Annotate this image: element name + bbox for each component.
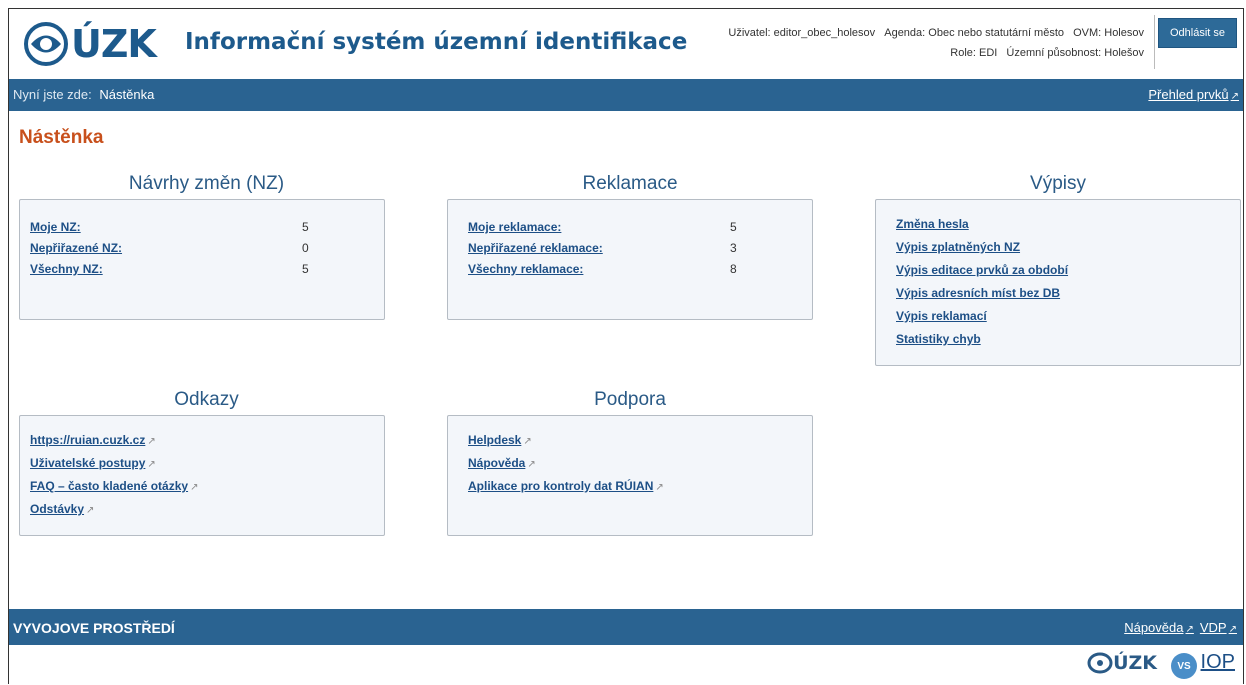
section-title-reklamace: Reklamace <box>582 173 678 194</box>
vypis-change-password-link[interactable]: Změna hesla <box>896 217 969 231</box>
cuzk-logo[interactable]: ÚZK <box>23 15 157 73</box>
nav-bar: Nyní jste zde: Nástěnka Přehled prvků ↗ <box>9 79 1243 111</box>
external-link-icon: ↗ <box>523 436 532 447</box>
external-link-icon: ↗ <box>190 482 199 493</box>
nz-all-count: 5 <box>302 262 309 276</box>
footer-logo-text: ÚZK <box>1113 652 1157 674</box>
nz-unassigned-count: 0 <box>302 241 309 255</box>
footer-bar: VYVOJOVE PROSTŘEDÍ Nápověda ↗ VDP ↗ <box>9 609 1243 645</box>
environment-label: VYVOJOVE PROSTŘEDÍ <box>13 620 175 636</box>
external-link-icon: ↗ <box>147 459 156 470</box>
nz-all-link[interactable]: Všechny NZ: <box>30 262 103 276</box>
vypis-paid-nz-link[interactable]: Výpis zplatněných NZ <box>896 240 1020 254</box>
section-title-vypisy: Výpisy <box>1030 173 1086 194</box>
external-link-icon: ↗ <box>1185 624 1194 635</box>
reklamace-mine-count: 5 <box>730 220 737 234</box>
podpora-helpdesk-label: Helpdesk <box>468 433 522 447</box>
nz-mine-link[interactable]: Moje NZ: <box>30 220 81 234</box>
odkaz-outages-label: Odstávky <box>30 502 85 516</box>
iop-logo-icon: VS <box>1171 653 1197 679</box>
odkaz-faq-link[interactable]: FAQ – často kladené otázky ↗ <box>30 479 198 493</box>
vypis-claims-link[interactable]: Výpis reklamací <box>896 309 987 323</box>
external-link-icon: ↗ <box>1228 624 1237 635</box>
external-link-icon: ↗ <box>527 459 536 470</box>
podpora-help-link[interactable]: Nápověda ↗ <box>468 456 536 470</box>
iop-link[interactable]: IOP <box>1201 651 1235 674</box>
section-title-podpora: Podpora <box>594 389 666 410</box>
agenda: Agenda: Obec nebo statutární město <box>884 27 1065 39</box>
external-link-icon: ↗ <box>86 505 95 516</box>
app-title: Informační systém územní identifikace <box>185 29 688 55</box>
odkaz-ruian-link[interactable]: https://ruian.cuzk.cz ↗ <box>30 433 156 447</box>
section-title-odkazy: Odkazy <box>174 389 239 410</box>
nz-panel: Moje NZ: 5 Nepřiřazené NZ: 0 Všechny NZ:… <box>19 199 385 320</box>
section-title-nz: Návrhy změn (NZ) <box>128 173 285 194</box>
vypis-edits-link[interactable]: Výpis editace prvků za období <box>896 263 1068 277</box>
footer-help-link[interactable]: Nápověda ↗ <box>1124 620 1194 635</box>
external-link-icon: ↗ <box>655 482 664 493</box>
territorial-scope: Územní působnost: Holešov <box>1006 47 1144 59</box>
page-title: Nástěnka <box>19 127 104 148</box>
reklamace-panel: Moje reklamace: 5 Nepřiřazené reklamace:… <box>447 199 813 320</box>
nz-mine-count: 5 <box>302 220 309 234</box>
overview-link[interactable]: Přehled prvků ↗ <box>1148 87 1239 102</box>
external-link-icon: ↗ <box>1230 91 1239 102</box>
podpora-ruian-checks-link[interactable]: Aplikace pro kontroly dat RÚIAN ↗ <box>468 479 664 493</box>
podpora-ruian-checks-label: Aplikace pro kontroly dat RÚIAN <box>468 479 654 493</box>
vypis-addresses-link[interactable]: Výpis adresních míst bez DB <box>896 286 1060 300</box>
header-divider <box>1154 15 1155 69</box>
vypis-error-stats-link[interactable]: Statistiky chyb <box>896 332 981 346</box>
user-info: Uživatel: editor_obec_holesov Agenda: Ob… <box>624 23 1144 63</box>
odkaz-faq-label: FAQ – často kladené otázky <box>30 479 189 493</box>
nz-unassigned-link[interactable]: Nepřiřazené NZ: <box>30 241 122 255</box>
breadcrumb: Nyní jste zde: Nástěnka <box>13 87 154 102</box>
footer-cuzk-logo[interactable]: ÚZK <box>1087 652 1157 674</box>
role: Role: EDI <box>950 47 998 59</box>
logo-text: ÚZK <box>71 22 157 66</box>
cuzk-logo-icon <box>24 22 68 66</box>
cuzk-logo-icon <box>1087 652 1113 674</box>
odkazy-panel: https://ruian.cuzk.cz ↗ Uživatelské postu… <box>19 415 385 536</box>
app-window: ÚZK Informační systém územní identifikac… <box>8 8 1244 685</box>
reklamace-all-link[interactable]: Všechny reklamace: <box>468 262 583 276</box>
footer-links: Nápověda ↗ VDP ↗ <box>1118 620 1237 635</box>
footer-vdp-link[interactable]: VDP ↗ <box>1200 620 1237 635</box>
reklamace-unassigned-link[interactable]: Nepřiřazené reklamace: <box>468 241 603 255</box>
podpora-helpdesk-link[interactable]: Helpdesk ↗ <box>468 433 532 447</box>
external-link-icon: ↗ <box>147 436 156 447</box>
overview-link-label: Přehled prvků <box>1148 87 1229 102</box>
breadcrumb-current: Nástěnka <box>99 87 155 102</box>
footer-help-label: Nápověda <box>1124 620 1184 635</box>
podpora-help-label: Nápověda <box>468 456 526 470</box>
breadcrumb-label: Nyní jste zde: <box>13 87 92 102</box>
user-name: Uživatel: editor_obec_holesov <box>728 27 876 39</box>
footer-vdp-label: VDP <box>1199 620 1227 635</box>
footer-logos: ÚZK VS IOP <box>9 645 1243 685</box>
ovm: OVM: Holesov <box>1073 27 1144 39</box>
logout-button[interactable]: Odhlásit se <box>1158 18 1237 48</box>
odkaz-ruian-label: https://ruian.cuzk.cz <box>30 433 146 447</box>
header: ÚZK Informační systém územní identifikac… <box>9 9 1243 79</box>
reklamace-mine-link[interactable]: Moje reklamace: <box>468 220 561 234</box>
odkaz-outages-link[interactable]: Odstávky ↗ <box>30 502 94 516</box>
reklamace-unassigned-count: 3 <box>730 241 737 255</box>
reklamace-all-count: 8 <box>730 262 737 276</box>
podpora-panel: Helpdesk ↗ Nápověda ↗ Aplikace pro kontrol… <box>447 415 813 536</box>
vypisy-panel: Změna hesla Výpis zplatněných NZ Výpis e… <box>875 199 1241 366</box>
odkaz-user-guides-link[interactable]: Uživatelské postupy ↗ <box>30 456 156 470</box>
odkaz-user-guides-label: Uživatelské postupy <box>30 456 146 470</box>
